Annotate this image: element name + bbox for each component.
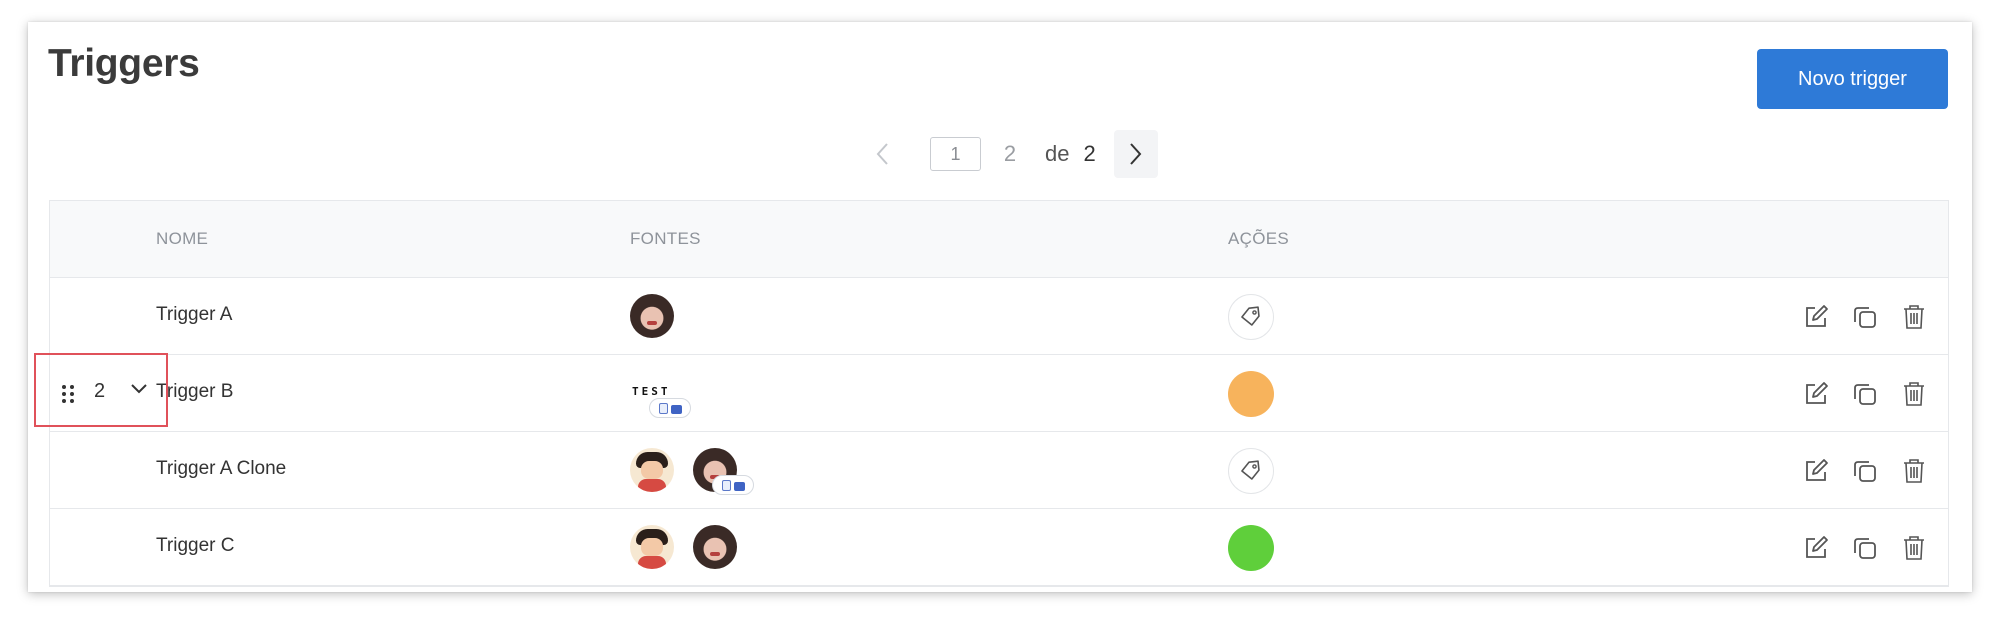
edit-icon bbox=[1806, 459, 1828, 481]
chevron-right-icon bbox=[1129, 143, 1142, 165]
page-link-2[interactable]: 2 bbox=[999, 141, 1021, 167]
chevron-left-icon bbox=[876, 143, 888, 165]
edit-button[interactable] bbox=[1802, 380, 1830, 408]
edit-button[interactable] bbox=[1802, 534, 1830, 562]
table-header: NOME FONTES AÇÕES bbox=[50, 201, 1948, 278]
row-actions bbox=[1802, 303, 1928, 331]
table-row[interactable]: Trigger A Clone bbox=[50, 432, 1948, 509]
triggers-panel: Triggers Novo trigger 1 2 de 2 NOME FONT… bbox=[28, 22, 1972, 592]
edit-icon bbox=[1806, 382, 1828, 404]
trigger-name: Trigger A bbox=[156, 304, 233, 325]
page-title: Triggers bbox=[48, 42, 200, 85]
test-logo: TEST bbox=[632, 385, 671, 398]
edit-button[interactable] bbox=[1802, 303, 1830, 331]
table-row[interactable]: Trigger C bbox=[50, 509, 1948, 586]
edit-button[interactable] bbox=[1802, 457, 1830, 485]
row-order-index: 2 bbox=[94, 380, 106, 402]
next-page-button[interactable] bbox=[1113, 130, 1158, 178]
duplicate-icon bbox=[1854, 307, 1876, 328]
phone-icon bbox=[658, 402, 668, 414]
delete-button[interactable] bbox=[1900, 380, 1928, 408]
duplicate-button[interactable] bbox=[1851, 457, 1879, 485]
new-trigger-button[interactable]: Novo trigger bbox=[1757, 49, 1948, 109]
action-cell bbox=[1228, 448, 1274, 494]
drag-handle-icon[interactable] bbox=[61, 384, 75, 404]
action-cell bbox=[1228, 294, 1274, 340]
trash-icon bbox=[1904, 536, 1924, 560]
row-actions bbox=[1802, 534, 1928, 562]
table-row[interactable]: Trigger B TEST bbox=[50, 355, 1948, 432]
triggers-table: NOME FONTES AÇÕES Trigger A Trigger B TE… bbox=[49, 200, 1949, 587]
action-cell bbox=[1228, 371, 1274, 417]
column-header-sources: FONTES bbox=[630, 229, 701, 248]
table-row[interactable]: Trigger A bbox=[50, 278, 1948, 355]
chat-icon bbox=[670, 404, 682, 414]
woman-avatar bbox=[693, 525, 737, 569]
sources-cell bbox=[630, 294, 790, 340]
current-page-input[interactable]: 1 bbox=[930, 137, 981, 171]
duplicate-button[interactable] bbox=[1851, 380, 1879, 408]
sources-cell: TEST bbox=[630, 371, 790, 418]
channel-badge bbox=[649, 398, 691, 418]
delete-button[interactable] bbox=[1900, 303, 1928, 331]
column-header-name: NOME bbox=[156, 229, 209, 248]
trash-icon bbox=[1904, 305, 1924, 329]
woman-avatar bbox=[630, 294, 674, 338]
cartoon-avatar bbox=[630, 448, 674, 492]
chat-icon bbox=[733, 481, 745, 491]
sources-cell bbox=[630, 448, 790, 495]
cartoon-avatar bbox=[630, 525, 674, 569]
row-actions bbox=[1802, 380, 1928, 408]
duplicate-button[interactable] bbox=[1851, 534, 1879, 562]
trash-icon bbox=[1904, 459, 1924, 483]
color-dot-green bbox=[1228, 525, 1274, 571]
delete-button[interactable] bbox=[1900, 534, 1928, 562]
trash-icon bbox=[1904, 382, 1924, 406]
row-actions bbox=[1802, 457, 1928, 485]
duplicate-icon bbox=[1854, 384, 1876, 405]
duplicate-icon bbox=[1854, 538, 1876, 559]
pagination-total: 2 bbox=[1083, 141, 1096, 166]
duplicate-button[interactable] bbox=[1851, 303, 1879, 331]
channel-badge bbox=[712, 475, 754, 495]
action-cell bbox=[1228, 525, 1274, 571]
color-dot-orange bbox=[1228, 371, 1274, 417]
previous-page-button[interactable] bbox=[858, 130, 906, 178]
tag-icon bbox=[1228, 294, 1274, 340]
sources-cell bbox=[630, 525, 790, 571]
pagination-of-label: de bbox=[1045, 141, 1070, 166]
edit-icon bbox=[1806, 305, 1828, 327]
delete-button[interactable] bbox=[1900, 457, 1928, 485]
tag-icon bbox=[1228, 448, 1274, 494]
chevron-down-icon[interactable] bbox=[130, 383, 148, 395]
pagination: 1 2 de 2 bbox=[858, 130, 1158, 178]
phone-icon bbox=[721, 479, 731, 491]
duplicate-icon bbox=[1854, 461, 1876, 482]
trigger-name: Trigger A Clone bbox=[156, 458, 287, 479]
trigger-name: Trigger C bbox=[156, 535, 235, 556]
column-header-actions: AÇÕES bbox=[1228, 229, 1290, 248]
edit-icon bbox=[1806, 536, 1828, 558]
